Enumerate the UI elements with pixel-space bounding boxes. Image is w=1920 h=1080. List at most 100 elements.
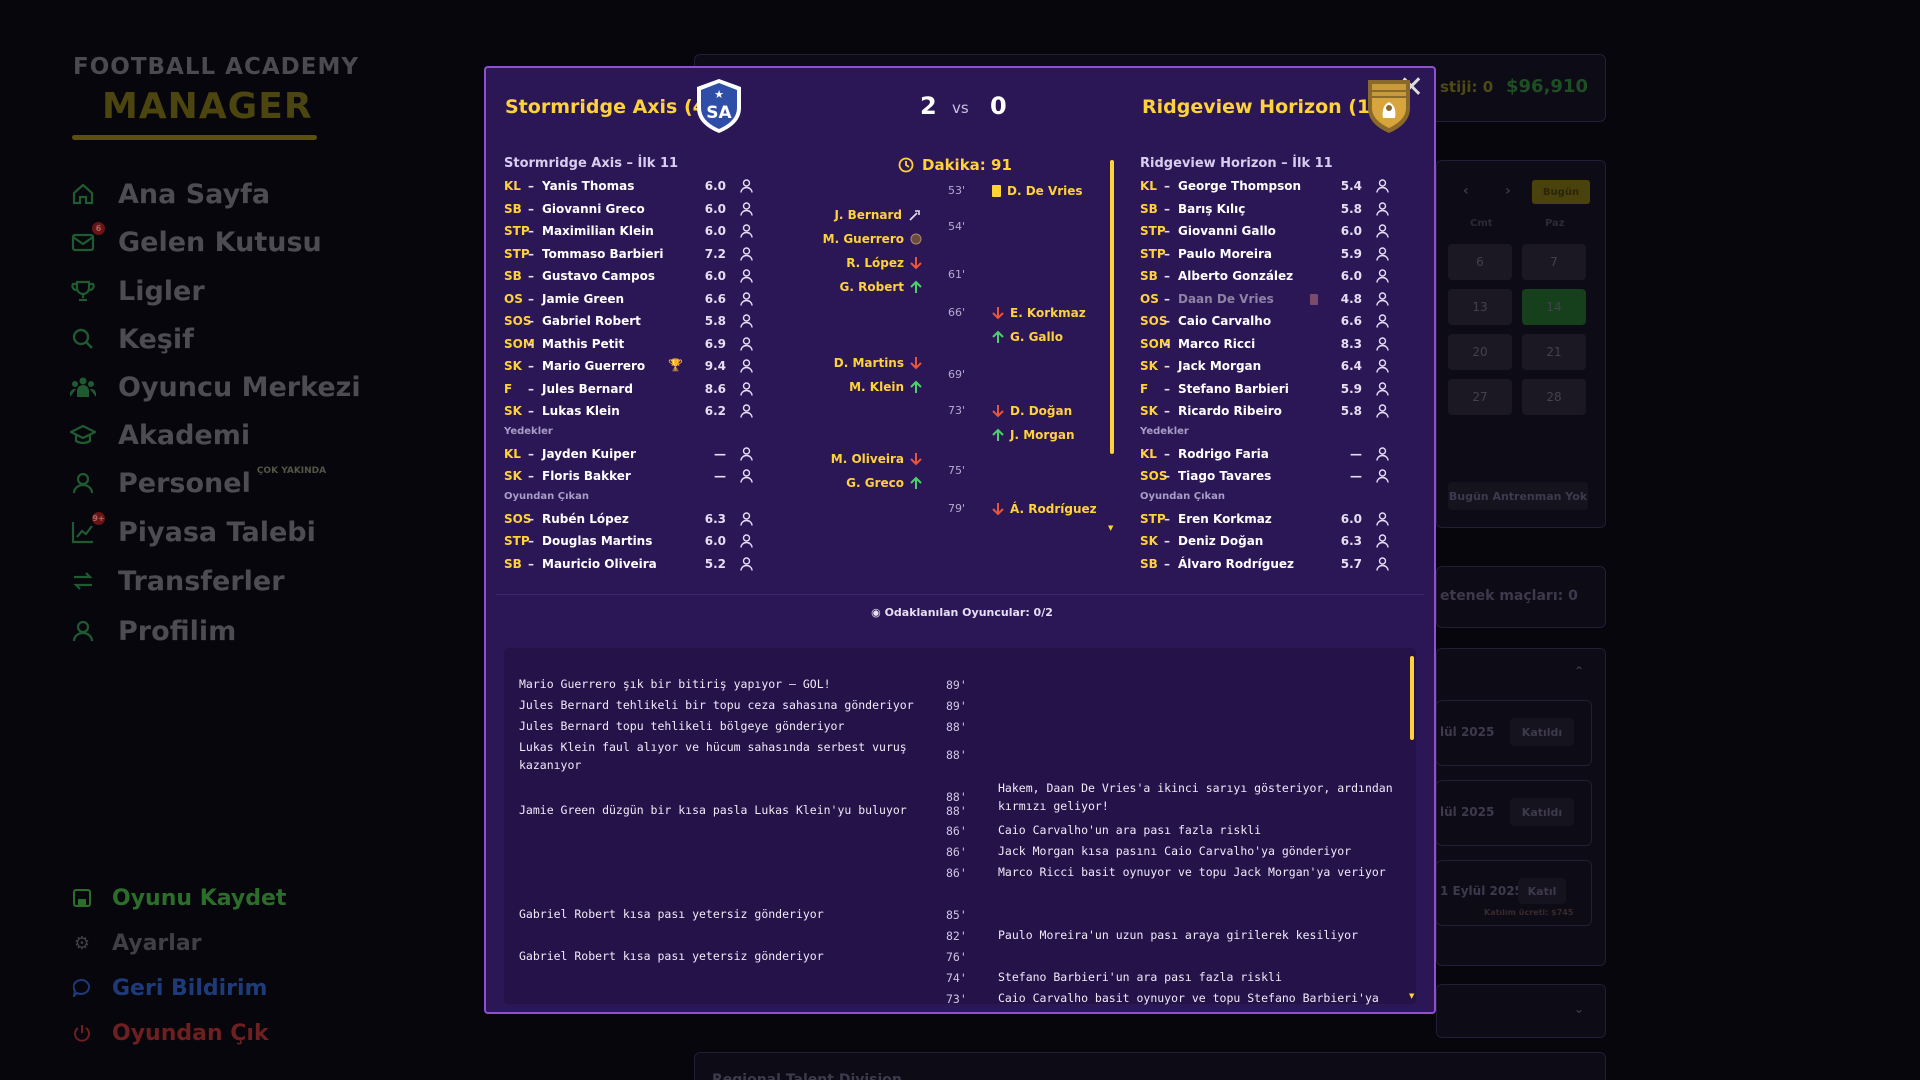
event-minute: 53' xyxy=(948,184,966,197)
away-player-row[interactable]: STP – Giovanni Gallo 6.0 xyxy=(1140,221,1390,241)
player-profile-icon[interactable] xyxy=(1374,556,1390,571)
player-profile-icon[interactable] xyxy=(1374,446,1390,461)
player-profile-icon[interactable] xyxy=(738,469,754,483)
home-player-row[interactable]: SK – Floris Bakker — xyxy=(504,466,754,486)
player-profile-icon[interactable] xyxy=(1374,291,1390,306)
player-profile-icon[interactable] xyxy=(738,359,754,373)
home-player-row[interactable]: F – Jules Bernard 8.6 xyxy=(504,379,754,399)
home-player-row[interactable]: SB – Gustavo Campos 6.0 xyxy=(504,266,754,286)
home-player-row[interactable]: KL – Jayden Kuiper — xyxy=(504,444,754,464)
event-player: M. Guerrero xyxy=(822,232,904,246)
home-player-row[interactable]: SOM – Mathis Petit 6.9 xyxy=(504,334,754,354)
player-profile-icon[interactable] xyxy=(738,201,754,216)
player-profile-icon[interactable] xyxy=(738,534,754,548)
nav-ana-sayfa[interactable]: Ana Sayfa xyxy=(70,174,270,214)
home-player-row[interactable]: SK – Lukas Klein 6.2 xyxy=(504,401,754,421)
player-profile-icon[interactable] xyxy=(1374,534,1390,548)
commentary-scroll-down-icon[interactable]: ▼ xyxy=(1409,992,1414,1000)
player-profile-icon[interactable] xyxy=(738,404,754,418)
home-player-row[interactable]: SB – Giovanni Greco 6.0 xyxy=(504,199,754,219)
home-player-row[interactable]: OS – Jamie Green 6.6 xyxy=(504,289,754,309)
away-player-row[interactable]: SK – Jack Morgan 6.4 xyxy=(1140,356,1390,376)
player-profile-icon[interactable] xyxy=(1374,469,1390,483)
focused-players: ◉ Odaklanılan Oyuncular: 0/2 xyxy=(486,606,1434,619)
away-player-row[interactable]: OS – Daan De Vries 4.8 xyxy=(1140,289,1390,309)
player-profile-icon[interactable] xyxy=(1374,381,1390,396)
player-profile-icon[interactable] xyxy=(1374,201,1390,216)
away-player-row[interactable]: SOM – Marco Ricci 8.3 xyxy=(1140,334,1390,354)
away-player-row[interactable]: STP – Eren Korkmaz 6.0 xyxy=(1140,509,1390,529)
player-profile-icon[interactable] xyxy=(1374,404,1390,418)
bg-cal-day: 7 xyxy=(1522,244,1586,280)
commentary-minute: 82' xyxy=(946,929,967,943)
away-player-row[interactable]: SB – Alberto González 6.0 xyxy=(1140,266,1390,286)
away-player-row[interactable]: SOS – Tiago Tavares — xyxy=(1140,466,1390,486)
player-profile-icon[interactable] xyxy=(738,179,754,193)
player-profile-icon[interactable] xyxy=(1374,511,1390,526)
home-player-row[interactable]: STP – Douglas Martins 6.0 xyxy=(504,531,754,551)
feedback-button[interactable]: Geri Bildirim xyxy=(72,973,267,1003)
save-game-button[interactable]: Oyunu Kaydet xyxy=(72,883,286,913)
player-profile-icon[interactable] xyxy=(1374,179,1390,193)
player-profile-icon[interactable] xyxy=(738,246,754,261)
player-profile-icon[interactable] xyxy=(738,224,754,238)
nav-piyasa-talebi[interactable]: 9+ Piyasa Talebi xyxy=(70,512,316,552)
home-player-row[interactable]: KL – Yanis Thomas 6.0 xyxy=(504,176,754,196)
player-profile-icon[interactable] xyxy=(1374,336,1390,351)
away-player-row[interactable]: KL – George Thompson 5.4 xyxy=(1140,176,1390,196)
player-rating: 6.0 xyxy=(1340,269,1362,283)
player-profile-icon[interactable] xyxy=(738,269,754,283)
nav-personel[interactable]: Personel ÇOK YAKINDA xyxy=(70,463,326,503)
away-player-row[interactable]: KL – Rodrigo Faria — xyxy=(1140,444,1390,464)
player-profile-icon[interactable] xyxy=(1374,246,1390,261)
home-player-row[interactable]: SOS – Rubén López 6.3 xyxy=(504,509,754,529)
player-rating: 6.0 xyxy=(1340,224,1362,238)
player-profile-icon[interactable] xyxy=(738,381,754,396)
player-profile-icon[interactable] xyxy=(738,336,754,351)
commentary-scrollbar[interactable] xyxy=(1410,656,1414,740)
home-player-row[interactable]: STP – Tommaso Barbieri 7.2 xyxy=(504,244,754,264)
event-player: D. Martins xyxy=(833,356,904,370)
player-profile-icon[interactable] xyxy=(738,556,754,571)
events-scrollbar[interactable] xyxy=(1110,160,1114,454)
player-profile-icon[interactable] xyxy=(738,314,754,328)
home-player-row[interactable]: STP – Maximilian Klein 6.0 xyxy=(504,221,754,241)
player-profile-icon[interactable] xyxy=(738,291,754,306)
home-player-row[interactable]: SK – Mario Guerrero 🏆 9.4 xyxy=(504,356,754,376)
away-commentary-line: Paulo Moreira'un uzun pası araya giriler… xyxy=(998,928,1359,942)
trophy-icon xyxy=(70,278,96,304)
player-profile-icon[interactable] xyxy=(1374,269,1390,283)
away-player-row[interactable]: SK – Deniz Doğan 6.3 xyxy=(1140,531,1390,551)
away-player-row[interactable]: STP – Paulo Moreira 5.9 xyxy=(1140,244,1390,264)
away-player-row[interactable]: SK – Ricardo Ribeiro 5.8 xyxy=(1140,401,1390,421)
away-player-row[interactable]: SOS – Caio Carvalho 6.6 xyxy=(1140,311,1390,331)
nav-gelen-kutusu[interactable]: 6 Gelen Kutusu xyxy=(70,222,322,262)
player-profile-icon[interactable] xyxy=(738,446,754,461)
home-lineup-title: Stormridge Axis – İlk 11 xyxy=(504,156,679,171)
away-player-row[interactable]: SB – Álvaro Rodríguez 5.7 xyxy=(1140,554,1390,574)
nav-kesif[interactable]: Keşif xyxy=(70,319,194,359)
away-player-row[interactable]: SB – Barış Kılıç 5.8 xyxy=(1140,199,1390,219)
player-position: SK xyxy=(504,404,522,418)
nav-transferler[interactable]: Transferler xyxy=(70,561,285,601)
home-event: M. Oliveira xyxy=(831,452,922,466)
bg-cal-day: 28 xyxy=(1522,379,1586,415)
home-player-row[interactable]: SB – Mauricio Oliveira 5.2 xyxy=(504,554,754,574)
nav-oyuncu-merkezi[interactable]: Oyuncu Merkezi xyxy=(70,367,361,407)
nav-akademi[interactable]: Akademi xyxy=(70,415,250,455)
away-commentary-line: Hakem, Daan De Vries'a ikinci sarıyı gös… xyxy=(998,781,1393,813)
nav-profilim[interactable]: Profilim xyxy=(70,611,236,651)
commentary-minute: 88' xyxy=(946,720,967,734)
player-profile-icon[interactable] xyxy=(1374,314,1390,328)
bg-event-btn: Katıl xyxy=(1518,878,1566,904)
player-profile-icon[interactable] xyxy=(1374,359,1390,373)
away-player-row[interactable]: F – Stefano Barbieri 5.9 xyxy=(1140,379,1390,399)
player-profile-icon[interactable] xyxy=(738,511,754,526)
quit-game-button[interactable]: Oyundan Çık xyxy=(72,1018,269,1048)
player-profile-icon[interactable] xyxy=(1374,224,1390,238)
home-player-row[interactable]: SOS – Gabriel Robert 5.8 xyxy=(504,311,754,331)
dash: – xyxy=(1164,314,1170,328)
nav-ligler[interactable]: Ligler xyxy=(70,271,205,311)
settings-button[interactable]: ⚙ Ayarlar xyxy=(72,928,202,958)
events-scroll-down-icon[interactable]: ▼ xyxy=(1108,524,1113,532)
